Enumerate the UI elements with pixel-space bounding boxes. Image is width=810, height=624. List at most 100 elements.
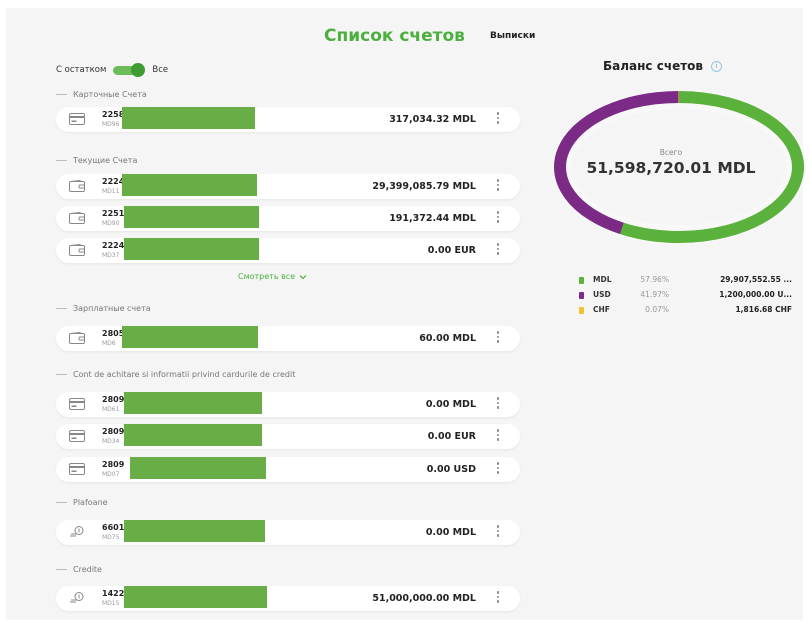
redaction-mask (124, 238, 259, 260)
card-icon (69, 398, 85, 410)
card-icon (69, 463, 85, 475)
account-number: 2809 (102, 427, 125, 436)
redaction-mask (122, 174, 257, 196)
account-iban: MD6 (102, 340, 116, 347)
legend-swatch (579, 277, 584, 284)
tab-bar: Список счетов Выписки (6, 26, 803, 52)
account-balance: 29,399,085.79 MDL (372, 181, 476, 192)
section-title-card-accounts: Карточные Счета (56, 90, 147, 99)
account-iban: MD34 (102, 438, 120, 445)
account-iban: MD15 (102, 600, 120, 607)
legend-value: 1,200,000.00 U... (719, 290, 792, 299)
more-menu-icon[interactable] (496, 429, 500, 443)
account-row[interactable]: 2805 MD6 60.00 MDL (56, 326, 520, 351)
redaction-mask (122, 107, 255, 129)
more-menu-icon[interactable] (496, 179, 500, 193)
more-menu-icon[interactable] (496, 525, 500, 539)
redaction-mask (124, 392, 262, 414)
section-title-credit-card-accounts: Cont de achitare si informatii privind c… (56, 370, 295, 379)
more-menu-icon[interactable] (496, 211, 500, 225)
account-row[interactable]: 2224 MD11 29,399,085.79 MDL (56, 174, 520, 199)
account-balance: 317,034.32 MDL (389, 114, 476, 125)
legend-percent: 0.07% (645, 305, 669, 314)
see-all-link[interactable]: Смотреть все (238, 272, 307, 281)
card-icon (69, 113, 85, 125)
account-balance: 191,372.44 MDL (389, 213, 476, 224)
legend-percent: 41.97% (640, 290, 669, 299)
account-row[interactable]: 2809 MD07 0.00 USD (56, 457, 520, 482)
section-title-salary-accounts: Зарплатные счета (56, 304, 151, 313)
section-title-credits: Credite (56, 565, 102, 574)
total-balance: 51,598,720.01 MDL (586, 159, 756, 177)
balance-title: Баланс счетов i (603, 59, 722, 73)
chevron-down-icon (299, 274, 307, 279)
more-menu-icon[interactable] (496, 112, 500, 126)
wallet-icon (69, 244, 85, 256)
account-balance: 51,000,000.00 MDL (372, 593, 476, 604)
redaction-mask (124, 424, 262, 446)
legend-currency: MDL (593, 275, 612, 284)
account-number: 2805 (102, 329, 125, 338)
redaction-mask (124, 206, 259, 228)
wallet-icon (69, 332, 85, 344)
account-number: 6601 (102, 523, 125, 532)
account-balance: 0.00 EUR (427, 431, 476, 442)
more-menu-icon[interactable] (496, 462, 500, 476)
account-row[interactable]: 1422 MD15 51,000,000.00 MDL (56, 586, 520, 611)
account-row[interactable]: 2809 MD61 0.00 MDL (56, 392, 520, 417)
redaction-mask (124, 586, 267, 608)
card-icon (69, 430, 85, 442)
account-iban: MD11 (102, 188, 120, 195)
more-menu-icon[interactable] (496, 591, 500, 605)
legend-item-mdl: MDL 57.96% 29,907,552.55 ... (577, 274, 792, 289)
account-number: 2224 (102, 241, 125, 250)
account-iban: MD61 (102, 406, 120, 413)
account-number: 2258 (102, 110, 125, 119)
legend-item-usd: USD 41.97% 1,200,000.00 U... (577, 289, 792, 304)
account-number: 2251 (102, 209, 125, 218)
more-menu-icon[interactable] (496, 397, 500, 411)
wallet-icon (69, 180, 85, 192)
legend-value: 1,816.68 CHF (735, 305, 792, 314)
account-number: 2224 (102, 177, 125, 186)
redaction-mask (122, 326, 258, 348)
tab-statements[interactable]: Выписки (490, 31, 535, 41)
account-balance: 0.00 MDL (425, 399, 476, 410)
more-menu-icon[interactable] (496, 243, 500, 257)
account-balance: 0.00 USD (426, 464, 476, 475)
coins-icon (70, 526, 84, 537)
info-icon[interactable]: i (711, 60, 722, 72)
legend-percent: 57.96% (640, 275, 669, 284)
account-iban: MD90 (102, 220, 120, 227)
account-iban: MD07 (102, 471, 120, 478)
donut-center: Всего 51,598,720.01 MDL (566, 148, 776, 177)
account-row[interactable]: 2809 MD34 0.00 EUR (56, 424, 520, 449)
account-balance: 0.00 MDL (425, 527, 476, 538)
balance-legend: MDL 57.96% 29,907,552.55 ... USD 41.97% … (577, 274, 792, 319)
account-iban: MD75 (102, 534, 120, 541)
section-title-current-accounts: Текущие Счета (56, 156, 137, 165)
legend-item-chf: CHF 0.07% 1,816.68 CHF (577, 304, 792, 319)
legend-currency: CHF (593, 305, 610, 314)
account-number: 1422 (102, 589, 125, 598)
balance-filter: С остатком Все (56, 63, 168, 77)
app-frame: Список счетов Выписки С остатком Все Кар… (6, 8, 806, 620)
account-row[interactable]: 6601 MD75 0.00 MDL (56, 520, 520, 545)
toggle-knob (131, 63, 146, 77)
redaction-mask (124, 520, 265, 542)
account-row[interactable]: 2251 MD90 191,372.44 MDL (56, 206, 520, 231)
account-number: 2809 (102, 395, 125, 404)
tab-accounts-list[interactable]: Список счетов (324, 26, 465, 46)
redaction-mask (130, 457, 266, 479)
more-menu-icon[interactable] (496, 331, 500, 345)
filter-with-balance-label[interactable]: С остатком (56, 65, 106, 75)
account-number: 2809 (102, 460, 125, 469)
account-row[interactable]: 2224 MD37 0.00 EUR (56, 238, 520, 263)
balance-filter-toggle[interactable] (113, 63, 146, 77)
wallet-icon (69, 212, 85, 224)
legend-currency: USD (593, 290, 611, 299)
account-balance: 60.00 MDL (419, 333, 476, 344)
filter-all-label[interactable]: Все (152, 65, 168, 75)
account-row[interactable]: 2258 MD96 317,034.32 MDL (56, 107, 520, 132)
coins-icon (70, 592, 84, 603)
